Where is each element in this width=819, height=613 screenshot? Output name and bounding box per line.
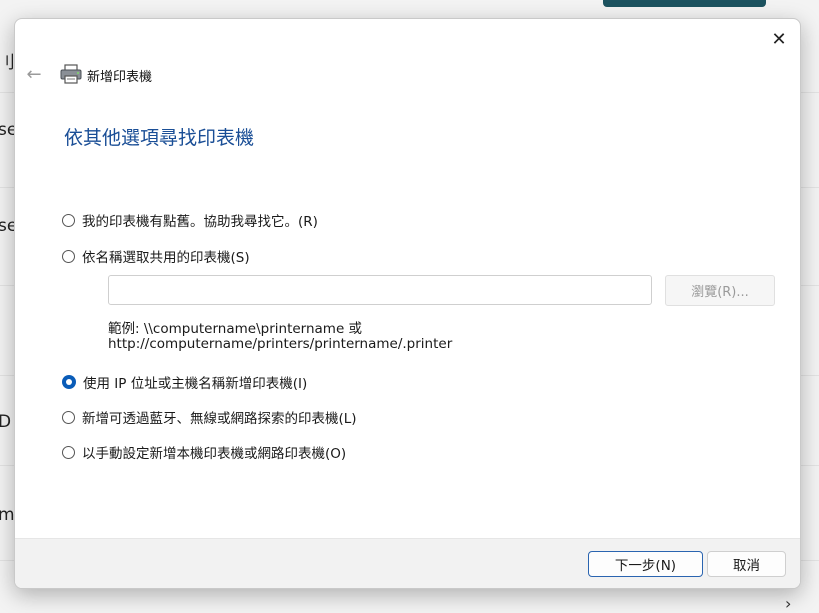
background-text-fragment: m: [0, 505, 15, 525]
option-bluetooth-wireless-network[interactable]: 新增可透過藍牙、無線或網路探索的印表機(L): [62, 407, 357, 427]
add-printer-dialog: ✕ ← 新增印表機 依其他選項尋找印表機 我的印表機有點舊。協助我尋找它。(R)…: [14, 18, 801, 589]
option-manual-local-or-network[interactable]: 以手動設定新增本機印表機或網路印表機(O): [62, 442, 346, 462]
example-text-line2: http://computername/printers/printername…: [108, 336, 453, 352]
next-button[interactable]: 下一步(N): [588, 551, 703, 577]
option-label: 我的印表機有點舊。協助我尋找它。(R): [82, 214, 318, 230]
radio-button-selected[interactable]: [62, 375, 76, 389]
option-label: 以手動設定新增本機印表機或網路印表機(O): [82, 446, 347, 462]
option-label: 依名稱選取共用的印表機(S): [82, 250, 250, 266]
option-shared-by-name[interactable]: 依名稱選取共用的印表機(S): [62, 246, 250, 266]
back-arrow-icon[interactable]: ←: [23, 63, 45, 85]
page-heading: 依其他選項尋找印表機: [64, 127, 255, 149]
radio-button[interactable]: [62, 249, 75, 263]
radio-button[interactable]: [62, 445, 75, 459]
example-text-line1: 範例: \\computername\printername 或: [108, 321, 363, 337]
shared-printer-name-input[interactable]: [108, 275, 652, 305]
option-label: 新增可透過藍牙、無線或網路探索的印表機(L): [82, 411, 357, 427]
dialog-title: 新增印表機: [87, 70, 153, 85]
option-label: 使用 IP 位址或主機名稱新增印表機(I): [83, 376, 308, 392]
background-text-fragment: D: [0, 412, 12, 432]
cancel-button[interactable]: 取消: [707, 551, 786, 577]
background-primary-button: [603, 0, 766, 7]
radio-button[interactable]: [62, 410, 75, 424]
printer-icon: [60, 64, 82, 84]
dialog-footer: 下一步(N) 取消: [15, 538, 800, 588]
option-ip-or-hostname[interactable]: 使用 IP 位址或主機名稱新增印表機(I): [62, 372, 307, 392]
option-printer-old[interactable]: 我的印表機有點舊。協助我尋找它。(R): [62, 210, 318, 230]
browse-button[interactable]: 瀏覽(R)...: [665, 275, 775, 306]
radio-button[interactable]: [62, 213, 75, 227]
close-icon[interactable]: ✕: [765, 25, 793, 53]
chevron-right-icon[interactable]: ›: [785, 594, 791, 613]
